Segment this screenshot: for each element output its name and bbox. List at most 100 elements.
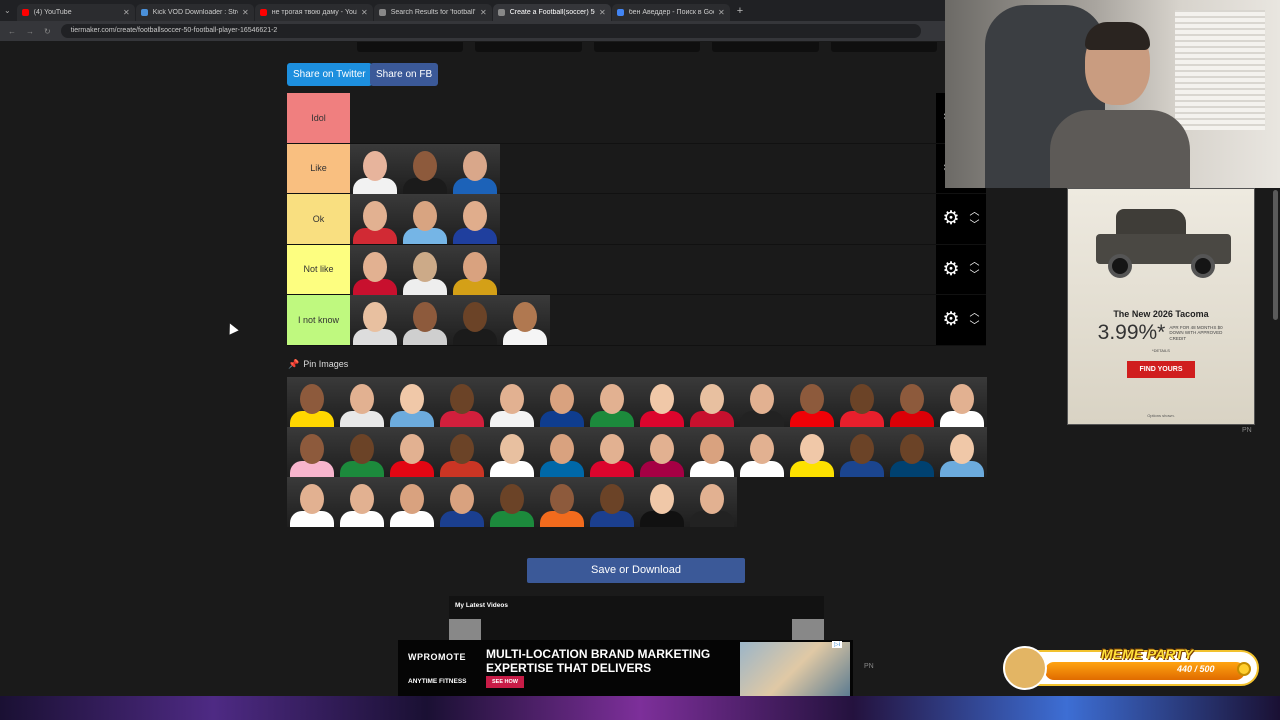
bottom-banner-ad[interactable]: WPROMOTE ANYTIME FITNESS MULTI-LOCATION … bbox=[398, 640, 853, 696]
adchoices-icon[interactable]: ▷i bbox=[832, 641, 842, 648]
url-field[interactable]: tiermaker.com/create/footballsoccer-50-f… bbox=[60, 24, 921, 38]
pool-player-image[interactable] bbox=[387, 377, 437, 427]
pool-player-image[interactable] bbox=[687, 377, 737, 427]
pool-player-image[interactable] bbox=[837, 377, 887, 427]
browser-tab[interactable]: Kick VOD Downloader : Stream ✕ bbox=[135, 3, 254, 21]
tier-items[interactable] bbox=[350, 295, 936, 345]
page-scrollbar[interactable] bbox=[1273, 190, 1278, 320]
pool-player-image[interactable] bbox=[637, 427, 687, 477]
tab-close-icon[interactable]: ✕ bbox=[480, 8, 487, 17]
browser-tab[interactable]: (4) YouTube ✕ bbox=[16, 3, 135, 21]
pool-player-image[interactable] bbox=[887, 377, 937, 427]
pool-player-image[interactable] bbox=[487, 427, 537, 477]
pool-player-image[interactable] bbox=[387, 477, 437, 527]
tier-label[interactable]: Ok bbox=[287, 194, 350, 244]
pool-player-image[interactable] bbox=[537, 427, 587, 477]
chevron-up-icon[interactable]: ︿ bbox=[970, 307, 980, 320]
tier-label[interactable]: Like bbox=[287, 143, 350, 193]
gear-icon[interactable]: ⚙ bbox=[942, 258, 959, 281]
pool-player-image[interactable] bbox=[287, 427, 337, 477]
pool-player-image[interactable] bbox=[587, 377, 637, 427]
pool-player-image[interactable] bbox=[637, 377, 687, 427]
pool-player-image[interactable] bbox=[437, 427, 487, 477]
pool-player-image[interactable] bbox=[337, 377, 387, 427]
tier-row: Like⚙︿﹀ bbox=[287, 143, 986, 194]
player-image[interactable] bbox=[350, 143, 400, 194]
pool-player-image[interactable] bbox=[337, 427, 387, 477]
share-twitter-button[interactable]: Share on Twitter bbox=[287, 63, 372, 86]
chevron-down-icon[interactable]: ﹀ bbox=[970, 269, 980, 282]
player-image[interactable] bbox=[400, 194, 450, 244]
pool-player-image[interactable] bbox=[937, 427, 987, 477]
new-tab-button[interactable]: + bbox=[737, 5, 743, 17]
forward-icon[interactable]: → bbox=[26, 27, 34, 36]
banner-see-how-button[interactable]: SEE HOW bbox=[486, 676, 524, 688]
tier-items[interactable] bbox=[350, 194, 936, 244]
pool-player-image[interactable] bbox=[487, 377, 537, 427]
player-image[interactable] bbox=[400, 143, 450, 194]
pool-player-image[interactable] bbox=[687, 427, 737, 477]
video-thumbnail[interactable] bbox=[792, 619, 824, 641]
tier-items[interactable] bbox=[350, 244, 936, 295]
player-image[interactable] bbox=[350, 295, 400, 345]
tab-close-icon[interactable]: ✕ bbox=[718, 8, 725, 17]
pool-player-image[interactable] bbox=[937, 377, 987, 427]
player-image[interactable] bbox=[450, 143, 500, 194]
chevron-down-icon[interactable]: ﹀ bbox=[970, 320, 980, 333]
share-facebook-button[interactable]: Share on FB bbox=[370, 63, 439, 86]
side-ad-toyota[interactable]: The New 2026 Tacoma 3.99%* APR FOR 48 MO… bbox=[1067, 188, 1255, 425]
tier-items[interactable] bbox=[350, 143, 936, 194]
player-image[interactable] bbox=[450, 194, 500, 244]
video-thumbnail[interactable] bbox=[449, 619, 481, 641]
browser-tab[interactable]: не трогая твою даму - YouTube ✕ bbox=[254, 3, 373, 21]
player-image[interactable] bbox=[450, 295, 500, 345]
pool-player-image[interactable] bbox=[337, 477, 387, 527]
pool-player-image[interactable] bbox=[837, 427, 887, 477]
player-image[interactable] bbox=[450, 244, 500, 295]
pool-player-image[interactable] bbox=[587, 477, 637, 527]
ad-find-yours-button[interactable]: FIND YOURS bbox=[1127, 361, 1195, 378]
pool-player-image[interactable] bbox=[287, 377, 337, 427]
gear-icon[interactable]: ⚙ bbox=[942, 308, 959, 331]
pool-player-image[interactable] bbox=[437, 377, 487, 427]
reload-icon[interactable]: ↻ bbox=[44, 27, 51, 36]
back-icon[interactable]: ← bbox=[8, 27, 16, 36]
pool-player-image[interactable] bbox=[437, 477, 487, 527]
browser-tab[interactable]: Search Results for 'football' - Ti ✕ bbox=[373, 3, 492, 21]
tab-close-icon[interactable]: ✕ bbox=[599, 8, 606, 17]
pin-images-header[interactable]: 📌 Pin Images bbox=[288, 359, 348, 370]
tab-search-icon[interactable]: ⌄ bbox=[4, 6, 11, 15]
gear-icon[interactable]: ⚙ bbox=[942, 207, 959, 230]
tab-close-icon[interactable]: ✕ bbox=[123, 8, 130, 17]
pool-player-image[interactable] bbox=[787, 377, 837, 427]
chevron-down-icon[interactable]: ﹀ bbox=[970, 219, 980, 232]
pool-player-image[interactable] bbox=[737, 377, 787, 427]
chevron-up-icon[interactable]: ︿ bbox=[970, 256, 980, 269]
pool-player-image[interactable] bbox=[687, 477, 737, 527]
pool-player-image[interactable] bbox=[387, 427, 437, 477]
pool-player-image[interactable] bbox=[887, 427, 937, 477]
browser-tab[interactable]: Create a Football(soccer) 50 fo ✕ bbox=[492, 3, 611, 21]
tier-label[interactable]: Idol bbox=[287, 93, 350, 143]
pool-player-image[interactable] bbox=[787, 427, 837, 477]
player-image[interactable] bbox=[350, 194, 400, 244]
tier-items[interactable] bbox=[350, 93, 936, 143]
tab-close-icon[interactable]: ✕ bbox=[242, 8, 249, 17]
tier-label[interactable]: Not like bbox=[287, 244, 350, 294]
save-download-button[interactable]: Save or Download bbox=[527, 558, 745, 583]
pool-player-image[interactable] bbox=[537, 377, 587, 427]
player-image[interactable] bbox=[400, 244, 450, 295]
pool-player-image[interactable] bbox=[287, 477, 337, 527]
pool-player-image[interactable] bbox=[537, 477, 587, 527]
pool-player-image[interactable] bbox=[737, 427, 787, 477]
player-image[interactable] bbox=[400, 295, 450, 345]
pool-player-image[interactable] bbox=[637, 477, 687, 527]
tier-label[interactable]: I not know bbox=[287, 295, 350, 345]
player-image[interactable] bbox=[350, 244, 400, 295]
browser-tab[interactable]: бен Аведдер - Поиск в Google ✕ bbox=[611, 3, 730, 21]
pool-player-image[interactable] bbox=[587, 427, 637, 477]
tab-close-icon[interactable]: ✕ bbox=[361, 8, 368, 17]
pool-player-image[interactable] bbox=[487, 477, 537, 527]
chevron-up-icon[interactable]: ︿ bbox=[970, 206, 980, 219]
player-image[interactable] bbox=[500, 295, 550, 345]
